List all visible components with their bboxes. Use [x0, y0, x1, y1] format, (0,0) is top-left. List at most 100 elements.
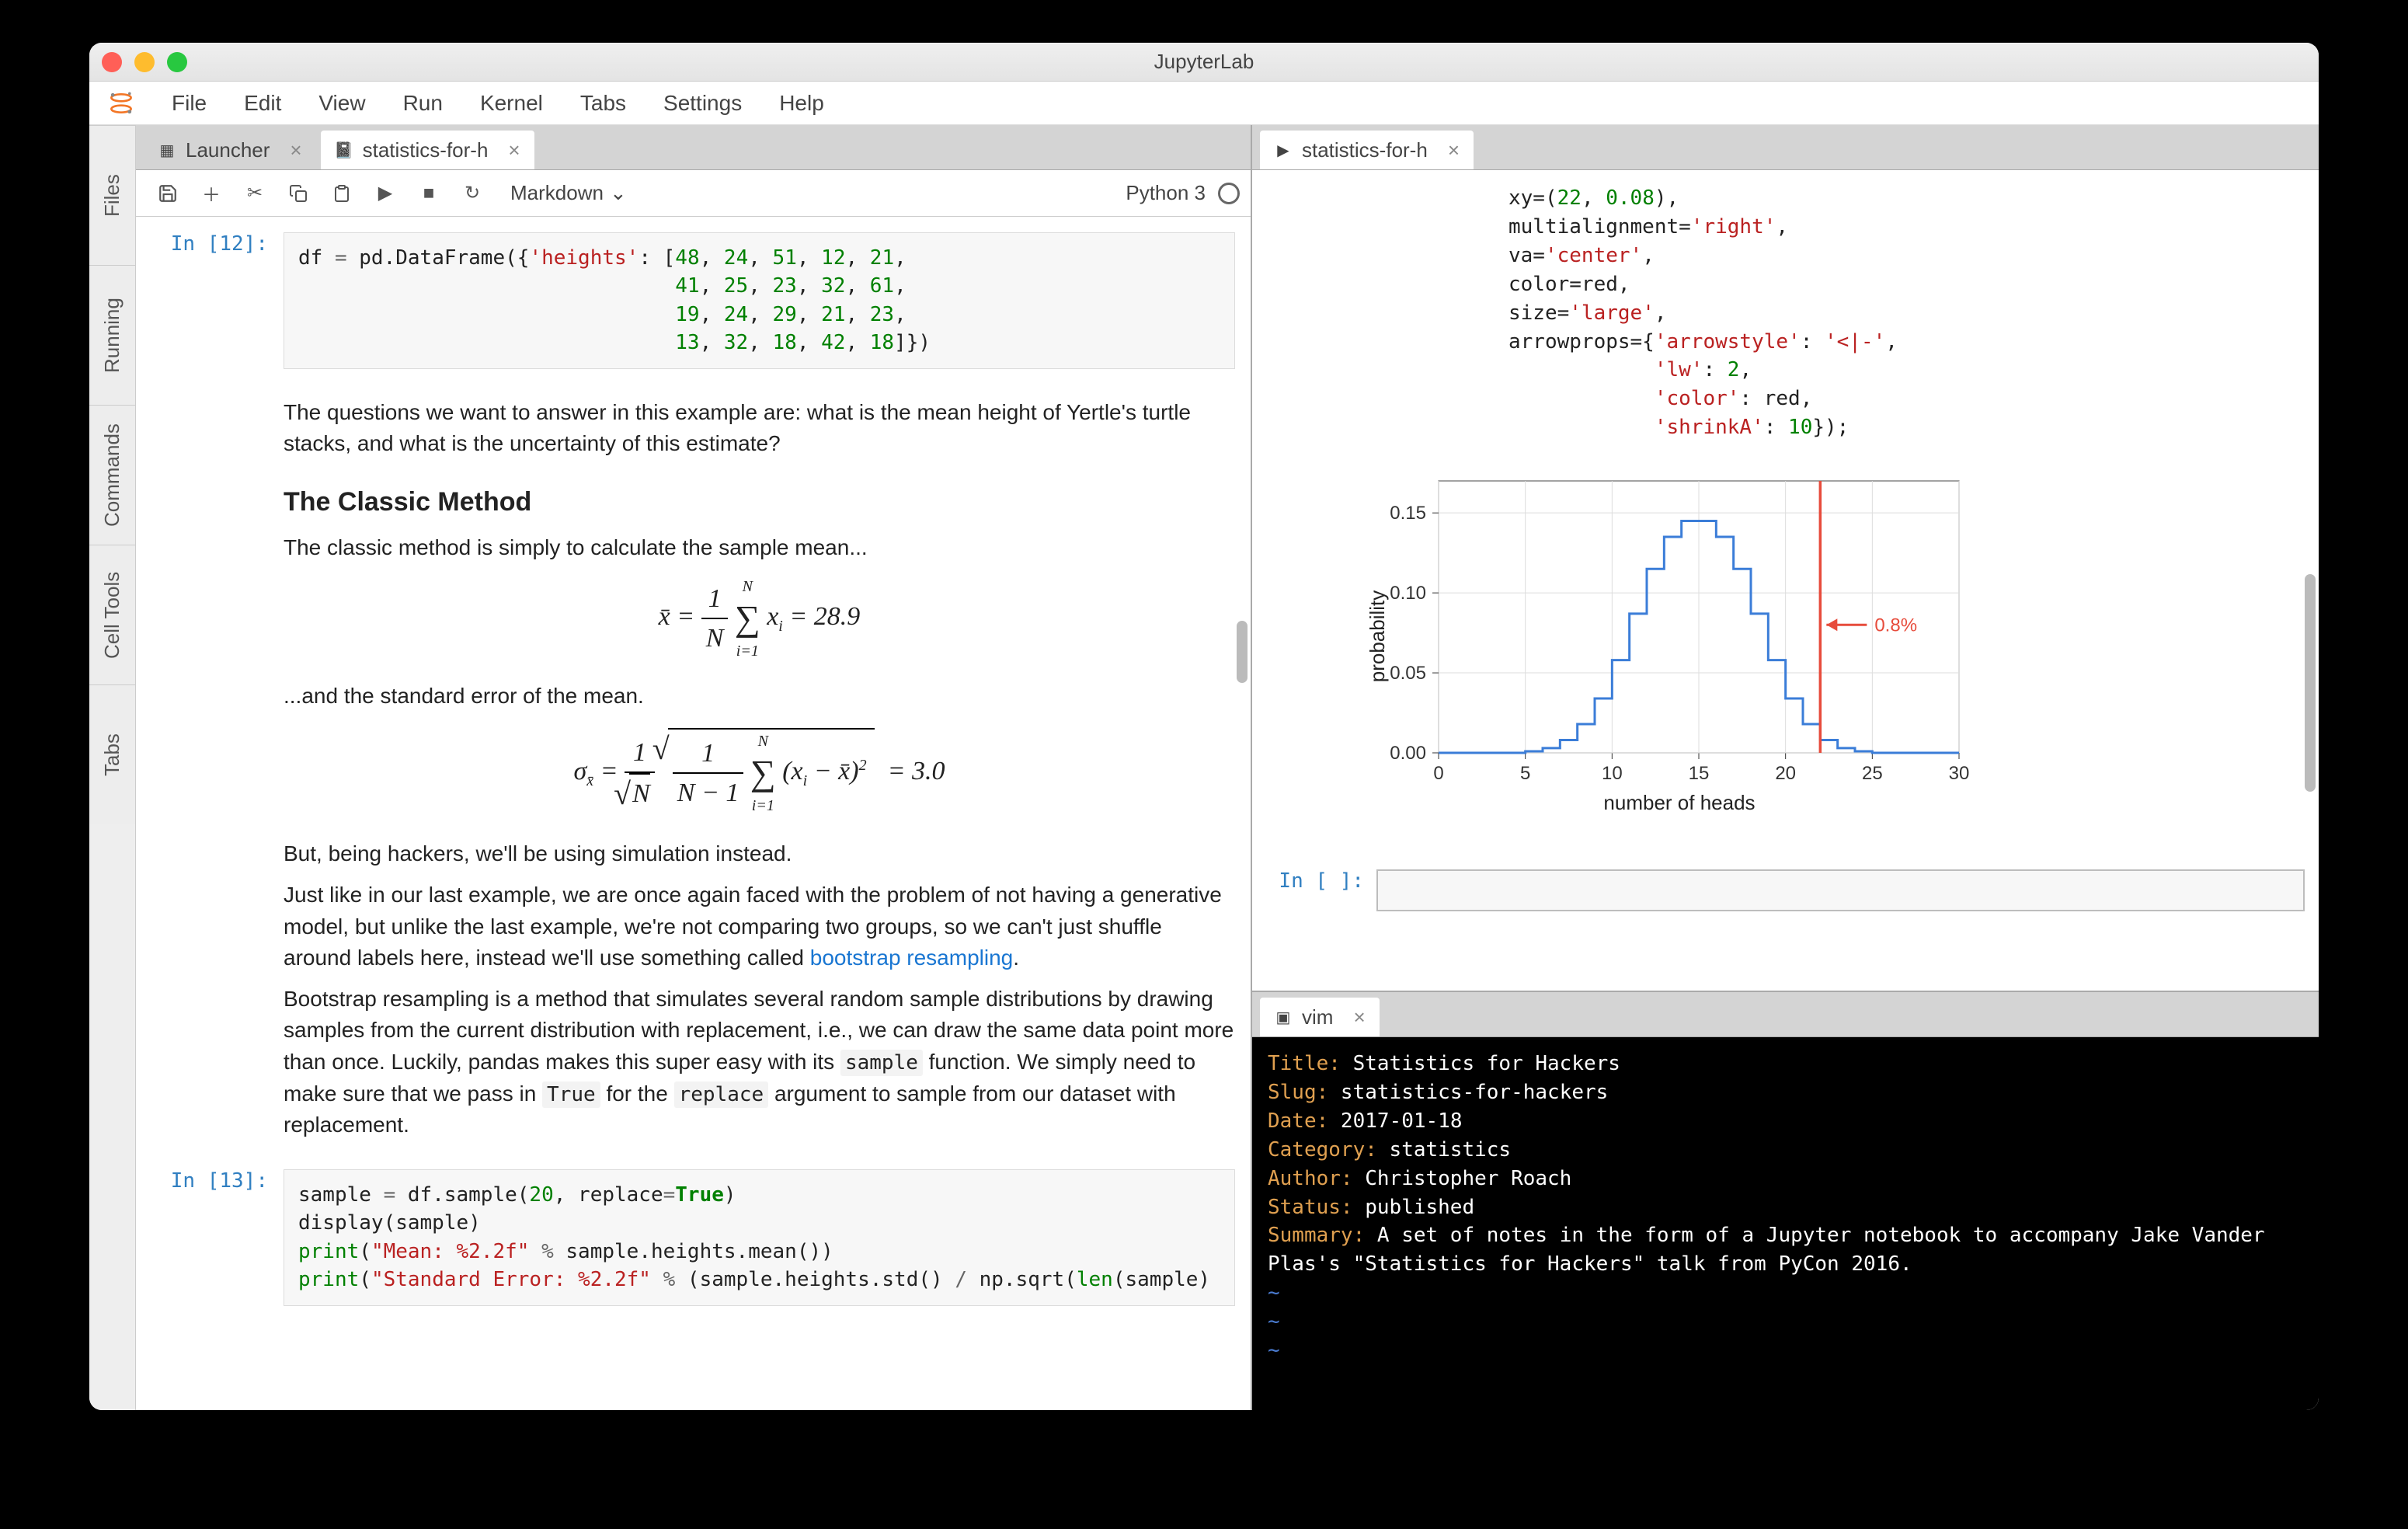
scrollbar-thumb[interactable]: [1237, 621, 1247, 683]
math-result: = 3.0: [888, 757, 945, 785]
svg-text:15: 15: [1689, 763, 1710, 784]
notebook-panel: ▦ Launcher × 📓 statistics-for-h × ＋ ✂ ▶ ■ ↻ M…: [136, 125, 1251, 1410]
menubar: FileEditViewRunKernelTabsSettingsHelp: [89, 82, 2319, 125]
markdown-cell[interactable]: The questions we want to answer in this …: [159, 388, 1235, 1151]
right-panel: ▶ statistics-for-h × xy=(22, 0.08), multia…: [1251, 125, 2319, 1410]
cell-type-label: Markdown: [510, 181, 604, 205]
svg-text:0.15: 0.15: [1390, 503, 1426, 524]
close-icon[interactable]: ×: [1448, 138, 1460, 162]
sidetab-cell-tools[interactable]: Cell Tools: [89, 545, 135, 684]
terminal[interactable]: Title: Statistics for Hackers Slug: stat…: [1252, 1037, 2319, 1410]
add-cell-button[interactable]: ＋: [190, 176, 232, 211]
paragraph: The questions we want to answer in this …: [284, 397, 1235, 460]
tab-statistics-for-h[interactable]: 📓 statistics-for-h ×: [321, 131, 534, 169]
close-icon[interactable]: ×: [290, 138, 301, 162]
heading: The Classic Method: [284, 483, 1235, 521]
jupyter-logo[interactable]: [105, 87, 137, 120]
svg-text:0: 0: [1433, 763, 1443, 784]
svg-text:0.8%: 0.8%: [1874, 615, 1917, 636]
svg-text:30: 30: [1949, 763, 1970, 784]
close-icon[interactable]: ×: [1353, 1005, 1365, 1029]
cell-type-select[interactable]: Markdown⌄: [510, 181, 627, 205]
sidetab-running[interactable]: Running: [89, 265, 135, 405]
probability-chart: probability 0510152025300.000.050.100.15…: [1384, 465, 1975, 807]
console-output: xy=(22, 0.08), multialignment='right', v…: [1252, 170, 2319, 991]
input-prompt: In [13]:: [159, 1169, 284, 1306]
launcher-icon: ▦: [158, 141, 176, 159]
left-tabstrip: ▦ Launcher × 📓 statistics-for-h ×: [136, 125, 1251, 170]
math-expression: x̄ = 1N N∑i=1 xi = 28.9: [284, 580, 1235, 658]
console-input-cell[interactable]: In [ ]:: [1275, 869, 2305, 911]
tab-launcher[interactable]: ▦ Launcher ×: [144, 131, 316, 169]
code-cell[interactable]: In [13]: sample = df.sample(20, replace=…: [159, 1169, 1235, 1306]
sidetab-commands[interactable]: Commands: [89, 405, 135, 545]
tab-label: Launcher: [186, 138, 270, 162]
close-icon[interactable]: ×: [508, 138, 520, 162]
menu-kernel[interactable]: Kernel: [461, 91, 562, 116]
cut-cell-button[interactable]: ✂: [234, 176, 276, 211]
code-input[interactable]: sample = df.sample(20, replace=True) dis…: [284, 1169, 1235, 1306]
menu-tabs[interactable]: Tabs: [562, 91, 645, 116]
code-input[interactable]: df = pd.DataFrame({'heights': [48, 24, 5…: [284, 232, 1235, 369]
sidetab-tabs[interactable]: Tabs: [89, 684, 135, 824]
scrollbar-thumb[interactable]: [2305, 574, 2316, 792]
code-fragment: xy=(22, 0.08), multialignment='right', v…: [1508, 184, 2305, 442]
copy-cell-button[interactable]: [277, 176, 319, 211]
paste-cell-button[interactable]: [321, 176, 363, 211]
menu-run[interactable]: Run: [385, 91, 461, 116]
right-tabstrip: ▶ statistics-for-h ×: [1252, 125, 2319, 170]
markdown-content: The questions we want to answer in this …: [284, 388, 1235, 1151]
tab-statistics-for-h[interactable]: ▶ statistics-for-h ×: [1260, 131, 1474, 169]
notebook-icon: 📓: [335, 141, 353, 159]
menu-edit[interactable]: Edit: [225, 91, 300, 116]
terminal-tabstrip: ▣ vim ×: [1252, 992, 2319, 1037]
titlebar: JupyterLab: [89, 43, 2319, 82]
code-cell[interactable]: In [12]: df = pd.DataFrame({'heights': […: [159, 232, 1235, 369]
kernel-status-icon[interactable]: [1218, 183, 1240, 204]
window-title: JupyterLab: [89, 50, 2319, 74]
terminal-icon: ▣: [1274, 1008, 1293, 1026]
math-expression: σx̄ = 1N 1N − 1 N∑i=1 (xi − x̄)2 = 3.0: [284, 728, 1235, 816]
bootstrap-link[interactable]: bootstrap resampling: [810, 946, 1013, 970]
paragraph: Bootstrap resampling is a method that si…: [284, 984, 1235, 1141]
paragraph: But, being hackers, we'll be using simul…: [284, 838, 1235, 870]
console-input[interactable]: [1376, 869, 2305, 911]
menu-view[interactable]: View: [300, 91, 384, 116]
app-window: JupyterLab FileEditViewRunKernelTabsSett…: [89, 43, 2319, 1410]
left-sidebar: FilesRunningCommandsCell ToolsTabs: [89, 125, 136, 1410]
menu-file[interactable]: File: [153, 91, 225, 116]
inline-code: True: [542, 1081, 600, 1108]
menu-settings[interactable]: Settings: [645, 91, 760, 116]
chevron-down-icon: ⌄: [610, 181, 627, 205]
tab-label: statistics-for-h: [1302, 138, 1428, 162]
svg-text:0.00: 0.00: [1390, 743, 1426, 764]
notebook-body[interactable]: In [12]: df = pd.DataFrame({'heights': […: [136, 217, 1251, 1410]
restart-button[interactable]: ↻: [451, 176, 493, 211]
menu-help[interactable]: Help: [760, 91, 843, 116]
tab-vim[interactable]: ▣ vim ×: [1260, 998, 1380, 1036]
svg-text:0.10: 0.10: [1390, 583, 1426, 604]
tab-label: statistics-for-h: [363, 138, 489, 162]
input-prompt: In [12]:: [159, 232, 284, 369]
paragraph: Just like in our last example, we are on…: [284, 879, 1235, 974]
save-button[interactable]: [147, 176, 189, 211]
svg-text:0.05: 0.05: [1390, 663, 1426, 684]
input-prompt: In [ ]:: [1275, 869, 1376, 911]
svg-text:25: 25: [1862, 763, 1883, 784]
console-icon: ▶: [1274, 141, 1293, 159]
x-axis-label: number of heads: [1603, 791, 1755, 815]
inline-code: replace: [674, 1081, 769, 1108]
run-button[interactable]: ▶: [364, 176, 406, 211]
svg-text:20: 20: [1775, 763, 1796, 784]
tab-label: vim: [1302, 1005, 1333, 1029]
paragraph: ...and the standard error of the mean.: [284, 681, 1235, 712]
y-axis-label: probability: [1366, 590, 1390, 683]
kernel-name[interactable]: Python 3: [1126, 181, 1206, 205]
notebook-toolbar: ＋ ✂ ▶ ■ ↻ Markdown⌄ Python 3: [136, 170, 1251, 217]
svg-text:5: 5: [1520, 763, 1530, 784]
stop-button[interactable]: ■: [408, 176, 450, 211]
math-result: = 28.9: [789, 602, 860, 631]
paragraph: The classic method is simply to calculat…: [284, 532, 1235, 564]
sidetab-files[interactable]: Files: [89, 125, 135, 265]
inline-code: sample: [840, 1050, 923, 1076]
